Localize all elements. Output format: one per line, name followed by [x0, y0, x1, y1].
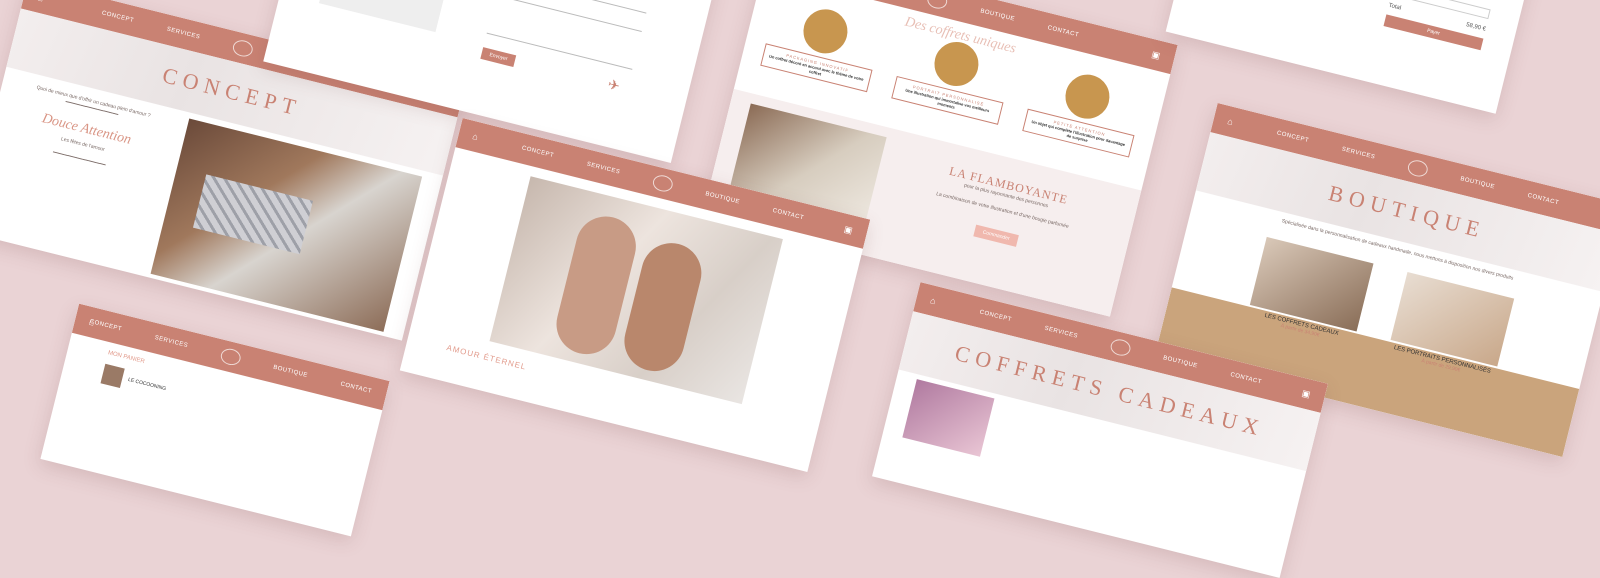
map[interactable]	[319, 0, 458, 33]
total-value: 58,90 €	[1465, 22, 1487, 33]
cart-item-thumb	[100, 363, 125, 389]
cart-item: LE COCOONING	[100, 363, 168, 399]
candle-icon	[1060, 70, 1115, 124]
nav-boutique-2[interactable]: BOUTIQUE	[980, 8, 1016, 22]
bag-icon-2[interactable]: ▣	[1150, 49, 1162, 62]
nav-contact-4[interactable]: CONTACT	[772, 208, 805, 222]
nav-services[interactable]: SERVICES	[166, 27, 201, 41]
box-icon	[798, 4, 853, 59]
nav-services-4[interactable]: SERVICES	[586, 162, 621, 176]
logo-icon-4[interactable]	[651, 173, 675, 194]
bag-icon-4[interactable]: ▣	[843, 223, 854, 236]
portrait-icon	[929, 37, 984, 91]
logo-icon-5[interactable]	[218, 346, 243, 368]
nav-boutique-3[interactable]: BOUTIQUE	[1460, 176, 1496, 190]
home-icon-6[interactable]: ⌂	[929, 295, 937, 306]
nav-services-6[interactable]: SERVICES	[1044, 326, 1079, 340]
contact-form: Envoyer	[480, 0, 649, 95]
feature-item: PETITE ATTENTION Un objet qui complète l…	[1022, 62, 1146, 158]
nav-concept-6[interactable]: CONCEPT	[979, 309, 1012, 323]
submit-button[interactable]: Envoyer	[480, 47, 517, 68]
cart-list-card: ⌂ CONCEPT SERVICES BOUTIQUE CONTACT MON …	[40, 303, 390, 537]
logo-icon-6[interactable]	[1108, 337, 1133, 358]
cart-item-name: LE COCOONING	[127, 376, 167, 393]
cart-heading: MON PANIER	[107, 350, 146, 366]
nav-boutique-4[interactable]: BOUTIQUE	[705, 191, 741, 205]
nav-contact-5[interactable]: CONTACT	[340, 381, 373, 395]
bag-icon-6[interactable]: ▣	[1301, 387, 1312, 400]
order-button[interactable]: Commander	[973, 224, 1019, 247]
nav-services-5[interactable]: SERVICES	[154, 335, 189, 349]
nav-services-3[interactable]: SERVICES	[1341, 147, 1376, 161]
product-thumb	[902, 379, 995, 457]
logo-icon-2[interactable]	[926, 0, 950, 11]
logo-icon-3[interactable]	[1406, 158, 1430, 179]
cart-card: Total 58,90 € Payer	[1165, 0, 1535, 114]
nav-contact-2[interactable]: CONTACT	[1047, 25, 1080, 39]
nav-contact-3[interactable]: CONTACT	[1527, 193, 1560, 207]
feature-item: PACKAGING INNOVATIF Un coffret décoré en…	[760, 0, 884, 93]
nav-concept[interactable]: CONCEPT	[101, 10, 134, 24]
cart-summary: Total 58,90 € Payer	[1383, 0, 1491, 51]
home-icon-4[interactable]: ⌂	[471, 131, 479, 142]
home-icon-3[interactable]: ⌂	[1226, 116, 1234, 127]
nav-boutique-6[interactable]: BOUTIQUE	[1162, 355, 1198, 369]
nav-boutique-5[interactable]: BOUTIQUE	[273, 365, 309, 379]
nav-concept-4[interactable]: CONCEPT	[521, 145, 554, 159]
home-icon[interactable]: ⌂	[37, 0, 45, 4]
product-title: LA FLAMBOYANTE	[947, 163, 1070, 207]
nav-contact-6[interactable]: CONTACT	[1230, 372, 1263, 386]
gift-box	[192, 174, 314, 255]
nav-concept-3[interactable]: CONCEPT	[1276, 130, 1309, 144]
total-label: Total	[1387, 2, 1402, 12]
logo-icon[interactable]	[231, 38, 255, 59]
